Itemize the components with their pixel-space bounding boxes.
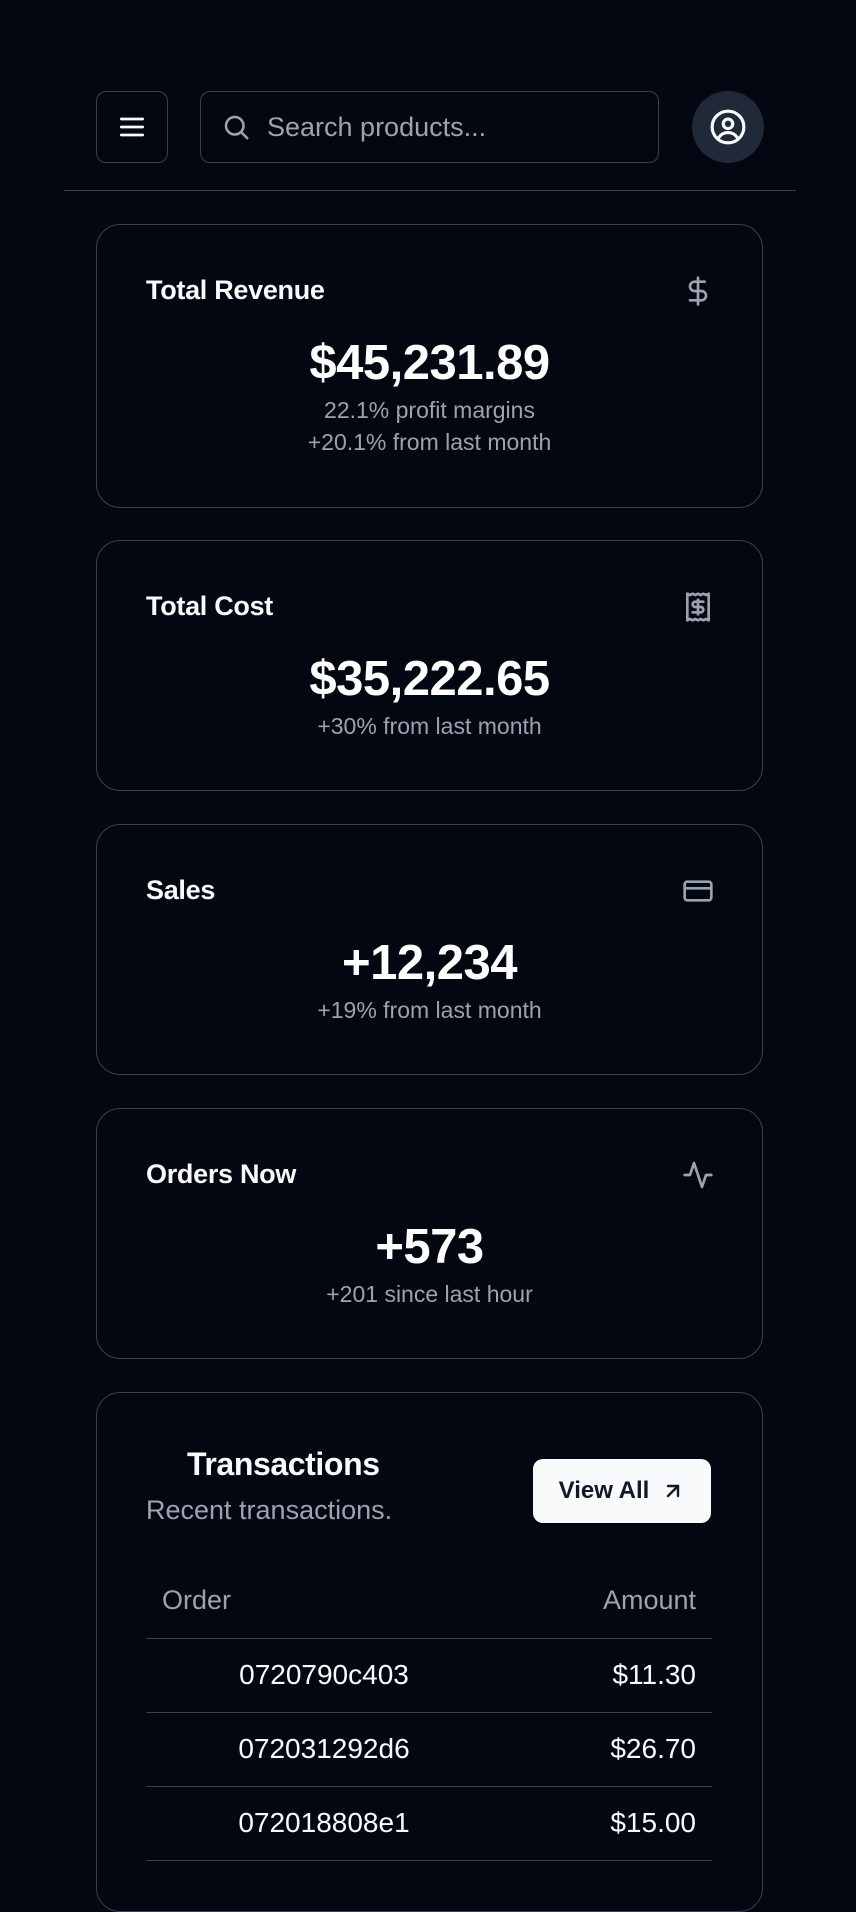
transactions-table-header: Order Amount [146, 1569, 712, 1639]
column-header-order: Order [162, 1585, 232, 1615]
search-box[interactable] [200, 91, 659, 163]
receipt-icon [686, 592, 710, 622]
table-row[interactable]: 072031292d6 $26.70 [146, 1713, 712, 1787]
card-title: Total Revenue [146, 275, 325, 305]
top-header [64, 0, 796, 191]
card-subtext: +201 since last hour [326, 1281, 533, 1307]
search-icon [224, 115, 249, 140]
card-value: $35,222.65 [309, 652, 550, 706]
user-avatar-button[interactable] [692, 91, 764, 163]
order-amount: $15.00 [610, 1807, 696, 1838]
column-header-amount: Amount [602, 1585, 696, 1615]
view-all-button[interactable]: View All [533, 1459, 711, 1523]
search-input[interactable] [265, 110, 645, 144]
credit-card-icon [683, 880, 713, 902]
total-cost-card: Total Cost $35,222.65 +30% from last mon… [96, 540, 763, 791]
sales-card: Sales +12,234 +19% from last month [96, 824, 763, 1075]
card-title: Sales [146, 875, 216, 905]
orders-now-card: Orders Now +573 +201 since last hour [96, 1108, 763, 1359]
order-amount: $26.70 [610, 1733, 696, 1764]
activity-icon [683, 1161, 713, 1189]
card-value: +12,234 [342, 936, 518, 990]
card-value: $45,231.89 [309, 336, 550, 390]
table-row[interactable]: 072018808e1 $15.00 [146, 1787, 712, 1861]
transactions-title: Transactions [187, 1446, 380, 1482]
order-id: 072018808e1 [238, 1807, 410, 1838]
order-id: 0720790c403 [239, 1659, 409, 1690]
card-subtext: 22.1% profit margins [324, 397, 535, 423]
user-circle-icon [710, 109, 746, 145]
menu-button[interactable] [96, 91, 168, 163]
order-id: 072031292d6 [238, 1733, 410, 1764]
card-title: Total Cost [146, 591, 273, 621]
transactions-card: Transactions Recent transactions. View A… [96, 1392, 763, 1912]
card-title: Orders Now [146, 1159, 297, 1189]
order-amount: $11.30 [612, 1659, 696, 1690]
transactions-description: Recent transactions. [146, 1495, 393, 1525]
total-revenue-card: Total Revenue $45,231.89 22.1% profit ma… [96, 224, 763, 508]
table-row[interactable]: 0720790c403 $11.30 [146, 1639, 712, 1713]
hamburger-menu-icon [120, 117, 144, 137]
card-subtext: +19% from last month [317, 997, 542, 1023]
card-subtext: +20.1% from last month [307, 429, 552, 455]
arrow-up-right-icon [667, 1484, 680, 1498]
card-value: +573 [375, 1220, 484, 1274]
card-subtext: +30% from last month [317, 713, 542, 739]
dollar-sign-icon [688, 276, 708, 306]
view-all-label: View All [558, 1477, 650, 1504]
